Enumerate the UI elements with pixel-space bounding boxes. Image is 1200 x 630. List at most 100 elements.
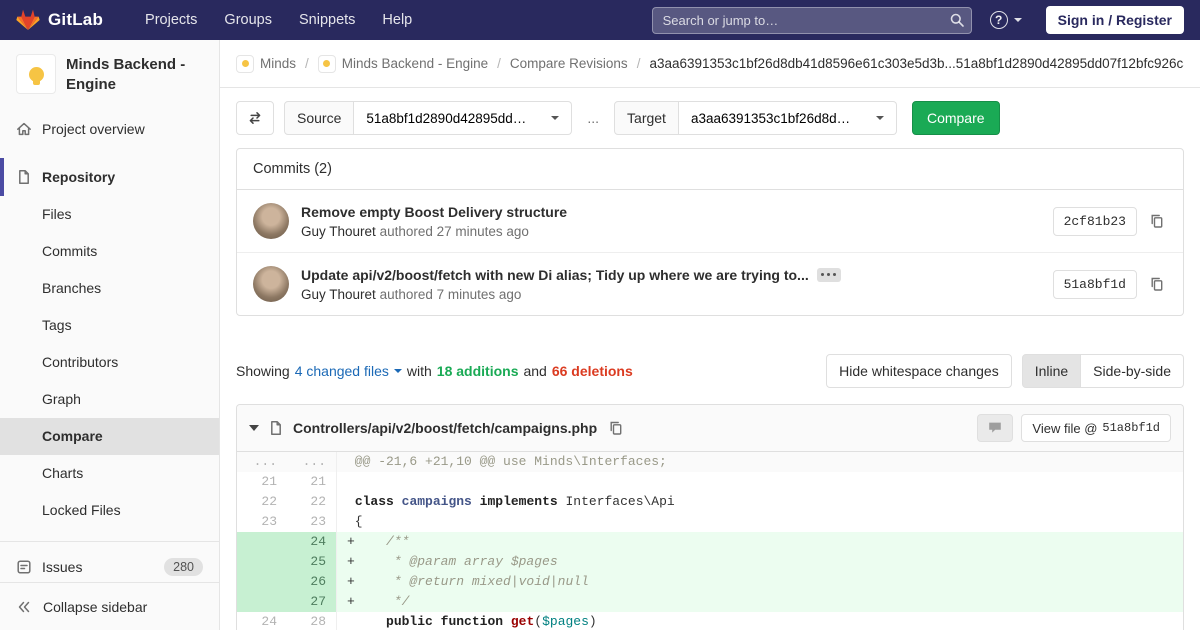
new-line-number[interactable]: 27 — [287, 592, 337, 612]
sidebar-item-locked-files[interactable]: Locked Files — [0, 492, 219, 529]
new-line-number[interactable]: 28 — [287, 612, 337, 630]
sidebar-item-tags[interactable]: Tags — [0, 307, 219, 344]
project-avatar — [16, 54, 56, 94]
repository-icon — [19, 169, 29, 184]
nav-groups[interactable]: Groups — [224, 12, 272, 28]
search-input[interactable] — [651, 6, 972, 34]
copy-sha-button[interactable] — [1147, 211, 1167, 231]
inline-view-button[interactable]: Inline — [1021, 354, 1082, 388]
project-avatar-small — [317, 54, 336, 73]
search-box[interactable] — [651, 6, 972, 34]
diff-code: + */ — [337, 592, 1183, 612]
diff-code: + /** — [337, 532, 1183, 552]
old-line-number[interactable] — [237, 592, 287, 612]
diff-line: ...... @@ -21,6 +21,10 @@ use Minds\Inte… — [237, 452, 1183, 472]
changed-files-dropdown[interactable]: 4 changed files — [295, 363, 402, 379]
sidebar-item-graph[interactable]: Graph — [0, 381, 219, 418]
target-ref-dropdown[interactable]: a3aa6391353c1bf26d8d… — [678, 101, 897, 135]
sidebar-divider — [0, 540, 219, 542]
commit-author-avatar[interactable] — [253, 203, 289, 239]
sidebar-item-branches[interactable]: Branches — [0, 270, 219, 307]
swap-revisions-button[interactable] — [236, 101, 274, 135]
diff-code: class campaigns implements Interfaces\Ap… — [354, 494, 675, 509]
diff-line: 23 23 { — [237, 512, 1183, 532]
new-line-number[interactable]: ... — [287, 452, 337, 472]
breadcrumb-page[interactable]: Compare Revisions — [510, 56, 628, 71]
copy-icon — [1151, 277, 1163, 291]
collapse-diff-caret-icon[interactable] — [249, 425, 259, 431]
commit-meta-text: authored 27 minutes ago — [379, 223, 529, 239]
diff-file-path[interactable]: Controllers/api/v2/boost/fetch/campaigns… — [293, 420, 597, 436]
file-icon — [271, 421, 281, 435]
old-line-number[interactable] — [237, 532, 287, 552]
old-line-number[interactable]: 24 — [237, 612, 287, 630]
sign-in-button[interactable]: Sign in / Register — [1045, 6, 1184, 34]
diff-line: 21 21 — [237, 472, 1183, 492]
sidebar-item-charts[interactable]: Charts — [0, 455, 219, 492]
gitlab-logo[interactable]: GitLab — [16, 8, 103, 32]
diff-line: 25 + * @param array $pages — [237, 552, 1183, 572]
new-line-number[interactable]: 22 — [287, 492, 337, 512]
nav-help[interactable]: Help — [382, 12, 412, 28]
commit-author-link[interactable]: Guy Thouret — [301, 224, 376, 239]
sidebar-item-contributors[interactable]: Contributors — [0, 344, 219, 381]
diff-table-body: ...... @@ -21,6 +21,10 @@ use Minds\Inte… — [237, 452, 1183, 630]
breadcrumb-separator: / — [497, 56, 501, 71]
view-file-button[interactable]: View file @ 51a8bf1d — [1021, 414, 1171, 442]
new-line-number[interactable]: 25 — [287, 552, 337, 572]
source-ref-dropdown[interactable]: 51a8bf1d2890d42895dd… — [354, 101, 573, 135]
compare-button[interactable]: Compare — [911, 101, 1000, 135]
sidebar-item-compare[interactable]: Compare — [0, 417, 219, 455]
copy-file-path-button[interactable] — [606, 418, 626, 438]
toggle-comments-button[interactable] — [977, 414, 1014, 442]
hide-whitespace-button[interactable]: Hide whitespace changes — [826, 354, 1012, 388]
side-by-side-view-button[interactable]: Side-by-side — [1081, 354, 1184, 388]
nav-snippets[interactable]: Snippets — [299, 12, 355, 28]
sidebar-item-issues[interactable]: Issues 280 — [0, 548, 219, 586]
sidebar-item-commits[interactable]: Commits — [0, 233, 219, 270]
old-line-number[interactable] — [237, 552, 287, 572]
diff-view-toggle: Inline Side-by-side — [1021, 354, 1184, 388]
collapse-sidebar-button[interactable]: Collapse sidebar — [0, 582, 219, 630]
commit-title-link[interactable]: Remove empty Boost Delivery structure — [301, 204, 567, 220]
deletions-count: 66 deletions — [551, 363, 633, 379]
old-line-number[interactable] — [237, 572, 287, 592]
repository-sub-list: Files Commits Branches Tags Contributors… — [0, 196, 219, 529]
new-line-number[interactable]: 24 — [287, 532, 337, 552]
diff-line: 27 + */ — [237, 592, 1183, 612]
breadcrumb: Minds / Minds Backend - Engine / Compare… — [220, 40, 1200, 88]
sidebar-item-project-overview[interactable]: Project overview — [0, 110, 219, 148]
commit-sha[interactable]: 51a8bf1d — [1052, 269, 1137, 299]
old-line-number[interactable]: 22 — [237, 492, 287, 512]
minds-bulb-icon — [28, 66, 44, 85]
diff-code: + * @return mixed|void|null — [337, 572, 1183, 592]
breadcrumb-group[interactable]: Minds — [236, 54, 296, 73]
nav-projects[interactable]: Projects — [145, 12, 197, 28]
commit-author-avatar[interactable] — [253, 266, 289, 302]
sidebar-item-files[interactable]: Files — [0, 196, 219, 233]
help-menu[interactable]: ? — [989, 11, 1022, 29]
sidebar-item-repository[interactable]: Repository — [0, 157, 219, 196]
project-context[interactable]: Minds Backend - Engine — [0, 40, 219, 106]
breadcrumb-project[interactable]: Minds Backend - Engine — [317, 54, 488, 73]
minds-bulb-icon — [241, 60, 249, 67]
target-input-group: Target a3aa6391353c1bf26d8d… — [614, 101, 897, 135]
new-line-number[interactable]: 26 — [287, 572, 337, 592]
commit-row: Update api/v2/boost/fetch with new Di al… — [237, 252, 1183, 315]
old-line-number[interactable]: 21 — [237, 472, 287, 492]
diff-code — [337, 472, 1183, 492]
diff-line: 26 + * @return mixed|void|null — [237, 572, 1183, 592]
copy-icon — [610, 421, 622, 435]
view-file-sha: 51a8bf1d — [1102, 421, 1160, 435]
commit-title-link[interactable]: Update api/v2/boost/fetch with new Di al… — [301, 267, 809, 283]
additions-count: 18 additions — [436, 363, 519, 379]
expand-commit-message-button[interactable] — [816, 267, 841, 282]
commit-sha[interactable]: 2cf81b23 — [1052, 206, 1137, 236]
new-line-number[interactable]: 21 — [287, 472, 337, 492]
commit-author-link[interactable]: Guy Thouret — [301, 287, 376, 302]
old-line-number[interactable]: ... — [237, 452, 287, 472]
old-line-number[interactable]: 23 — [237, 512, 287, 532]
copy-sha-button[interactable] — [1147, 274, 1167, 294]
new-line-number[interactable]: 23 — [287, 512, 337, 532]
commits-panel: Commits (2) Remove empty Boost Delivery … — [236, 148, 1184, 316]
